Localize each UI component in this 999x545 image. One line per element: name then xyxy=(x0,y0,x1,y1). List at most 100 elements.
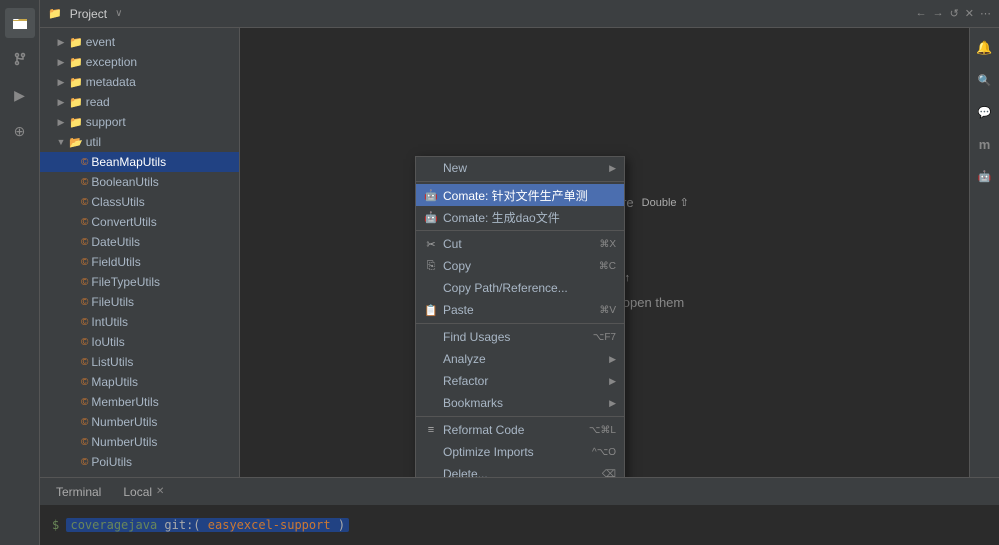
ctx-refactor[interactable]: Refactor ▶ xyxy=(416,370,624,392)
terminal-area: $ coveragejava git:( easyexcel-support ) xyxy=(40,505,999,545)
local-tab[interactable]: Local ✕ xyxy=(115,478,172,506)
comate-icon: 🤖 xyxy=(424,189,438,202)
title-bar-icons: ← → ↺ ✕ ⋯ xyxy=(916,7,991,20)
tree-event[interactable]: ▶ 📁 event xyxy=(40,32,239,52)
class-icon: © xyxy=(81,237,88,248)
tree-fieldutils[interactable]: © FieldUtils xyxy=(40,252,239,272)
class-icon: © xyxy=(81,257,88,268)
ctx-new[interactable]: New ▶ xyxy=(416,157,624,179)
searchbar-icon[interactable]: 🔍 xyxy=(973,68,997,92)
ctx-find-usages[interactable]: Find Usages ⌥F7 xyxy=(416,326,624,348)
copy-icon: ⎘ xyxy=(424,260,438,273)
tree-support[interactable]: ▶ 📁 support xyxy=(40,112,239,132)
ctx-comate-dao[interactable]: 🤖 Comate: 生成dao文件 xyxy=(416,206,624,228)
class-icon: © xyxy=(81,437,88,448)
submenu-arrow: ▶ xyxy=(609,354,616,365)
submenu-arrow: ▶ xyxy=(609,163,616,174)
tree-filetypeutils[interactable]: © FileTypeUtils xyxy=(40,272,239,292)
terminal-space: git:( xyxy=(164,518,200,532)
terminal-line: coveragejava git:( easyexcel-support ) xyxy=(66,518,349,532)
submenu-arrow: ▶ xyxy=(609,376,616,387)
bottom-section: Terminal Local ✕ $ coveragejava git:( ea… xyxy=(40,477,999,545)
format-icon: ≡ xyxy=(424,424,438,436)
ctx-paste[interactable]: 📋 Paste ⌘V xyxy=(416,299,624,321)
tree-poiutils[interactable]: © PoiUtils xyxy=(40,452,239,472)
folder-open-icon: 📂 xyxy=(69,136,83,149)
ctx-optimize-imports[interactable]: Optimize Imports ^⌥O xyxy=(416,441,624,463)
refresh-icon[interactable]: ↺ xyxy=(950,7,959,20)
separator-3 xyxy=(416,323,624,324)
tree-util[interactable]: ▼ 📂 util xyxy=(40,132,239,152)
back-icon[interactable]: ← xyxy=(916,7,927,20)
paste-icon: 📋 xyxy=(424,304,438,317)
arrow-open-icon: ▼ xyxy=(56,137,66,147)
activity-folder[interactable] xyxy=(5,8,35,38)
bottom-bar: Terminal Local ✕ xyxy=(40,477,999,505)
tree-memberutils[interactable]: © MemberUtils xyxy=(40,392,239,412)
forward-icon[interactable]: → xyxy=(933,7,944,20)
class-icon: © xyxy=(81,197,88,208)
folder-icon: 📁 xyxy=(69,36,83,49)
terminal-branch: easyexcel-support xyxy=(208,518,331,532)
class-icon: © xyxy=(81,217,88,228)
tree-listutils[interactable]: © ListUtils xyxy=(40,352,239,372)
tree-exception[interactable]: ▶ 📁 exception xyxy=(40,52,239,72)
tree-numberutils[interactable]: © NumberUtils xyxy=(40,412,239,432)
close-tab-icon[interactable]: ✕ xyxy=(156,486,164,497)
ctx-copy[interactable]: ⎘ Copy ⌘C xyxy=(416,255,624,277)
class-icon: © xyxy=(81,157,88,168)
activity-git[interactable] xyxy=(5,44,35,74)
content-area: ▶ 📁 event ▶ 📁 exception ▶ 📁 metadata ▶ 📁… xyxy=(40,28,999,477)
project-title: Project xyxy=(70,7,107,21)
class-icon: © xyxy=(81,177,88,188)
folder-icon: 📁 xyxy=(69,96,83,109)
m-icon[interactable]: m xyxy=(973,132,997,156)
tree-convertutils[interactable]: © ConvertUtils xyxy=(40,212,239,232)
tree-numberutils2[interactable]: © NumberUtils xyxy=(40,432,239,452)
activity-search[interactable]: ⊕ xyxy=(5,116,35,146)
separator-4 xyxy=(416,416,624,417)
comate2-icon: 🤖 xyxy=(424,211,438,224)
folder-icon: 📁 xyxy=(69,116,83,129)
arrow-icon: ▶ xyxy=(56,77,66,88)
tree-fileutils[interactable]: © FileUtils xyxy=(40,292,239,312)
activity-bar: ▶ ⊕ xyxy=(0,0,40,545)
tree-read[interactable]: ▶ 📁 read xyxy=(40,92,239,112)
tree-classutils[interactable]: © ClassUtils xyxy=(40,192,239,212)
tree-intutils[interactable]: © IntUtils xyxy=(40,312,239,332)
chat-icon[interactable]: 💬 xyxy=(973,100,997,124)
ctx-analyze[interactable]: Analyze ▶ xyxy=(416,348,624,370)
ctx-comate-test[interactable]: 🤖 Comate: 针对文件生产单测 xyxy=(416,184,624,206)
tree-booleanutils[interactable]: © BooleanUtils xyxy=(40,172,239,192)
ctx-bookmarks[interactable]: Bookmarks ▶ xyxy=(416,392,624,414)
separator-2 xyxy=(416,230,624,231)
close-icon[interactable]: ✕ xyxy=(965,7,974,20)
ctx-cut[interactable]: ✂ Cut ⌘X xyxy=(416,233,624,255)
tree-maputils[interactable]: © MapUtils xyxy=(40,372,239,392)
ctx-delete[interactable]: Delete... ⌫ xyxy=(416,463,624,477)
tree-dateutils[interactable]: © DateUtils xyxy=(40,232,239,252)
ctx-copy-path[interactable]: Copy Path/Reference... xyxy=(416,277,624,299)
terminal-prompt-icon: $ xyxy=(52,518,59,532)
tree-beanmaputils[interactable]: © BeanMapUtils xyxy=(40,152,239,172)
terminal-close-paren: ) xyxy=(338,518,345,532)
tree-ioutils[interactable]: © IoUtils xyxy=(40,332,239,352)
separator-1 xyxy=(416,181,624,182)
class-icon: © xyxy=(81,397,88,408)
main-area: 📁 Project ∨ ← → ↺ ✕ ⋯ ▶ 📁 event ▶ 📁 exce… xyxy=(40,0,999,545)
submenu-arrow: ▶ xyxy=(609,398,616,409)
editor-area: Search Everywhere Double ⇧ Go to File ⇧⌘… xyxy=(240,28,969,477)
activity-run[interactable]: ▶ xyxy=(5,80,35,110)
folder-icon: 📁 xyxy=(69,56,83,69)
more-icon[interactable]: ⋯ xyxy=(980,7,991,20)
class-icon: © xyxy=(81,317,88,328)
tree-metadata[interactable]: ▶ 📁 metadata xyxy=(40,72,239,92)
terminal-tab[interactable]: Terminal xyxy=(48,478,109,506)
ai-icon[interactable]: 🤖 xyxy=(973,164,997,188)
bell-icon[interactable]: 🔔 xyxy=(973,36,997,60)
file-tree: ▶ 📁 event ▶ 📁 exception ▶ 📁 metadata ▶ 📁… xyxy=(40,28,240,477)
context-menu: New ▶ 🤖 Comate: 针对文件生产单测 🤖 Comate xyxy=(415,156,625,477)
ctx-reformat[interactable]: ≡ Reformat Code ⌥⌘L xyxy=(416,419,624,441)
class-icon: © xyxy=(81,377,88,388)
notification-bar: 🔔 🔍 💬 m 🤖 xyxy=(969,28,999,477)
